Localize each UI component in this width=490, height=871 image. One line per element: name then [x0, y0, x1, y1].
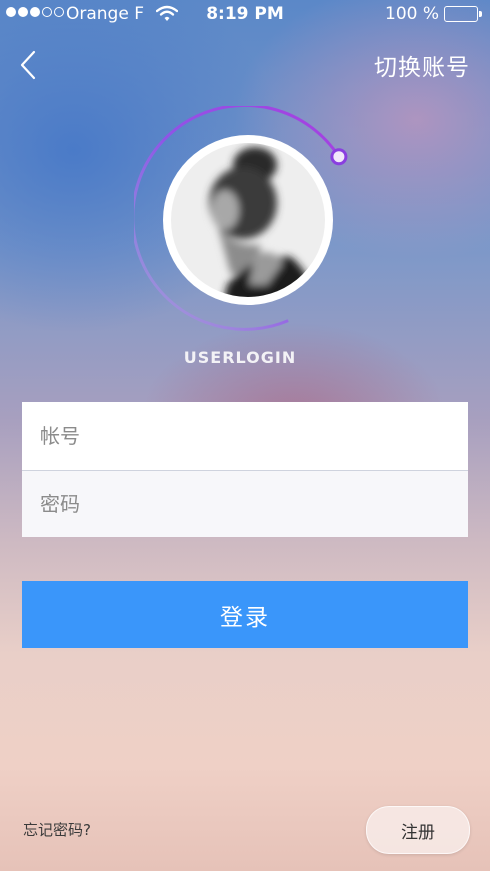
password-field[interactable]	[22, 470, 468, 537]
register-button[interactable]: 注册	[366, 806, 470, 854]
account-input[interactable]	[38, 423, 452, 449]
back-button[interactable]	[14, 48, 44, 82]
avatar[interactable]	[163, 135, 333, 305]
status-bar: Orange F 8:19 PM 100 %	[0, 0, 490, 30]
chevron-left-icon	[20, 50, 36, 80]
avatar-container	[134, 106, 362, 334]
username-label: USERLOGIN	[183, 348, 297, 367]
login-form	[22, 402, 468, 537]
battery-percentage: 100 %	[385, 4, 440, 24]
ring-handle	[330, 148, 348, 166]
battery-icon	[444, 6, 482, 22]
account-field[interactable]	[22, 402, 468, 470]
switch-account-button[interactable]: 切换账号	[374, 48, 470, 82]
user-avatar-image	[171, 143, 325, 297]
forgot-password-link[interactable]: 忘记密码?	[23, 819, 91, 840]
login-button[interactable]: 登录	[22, 581, 468, 648]
password-input[interactable]	[38, 491, 452, 517]
